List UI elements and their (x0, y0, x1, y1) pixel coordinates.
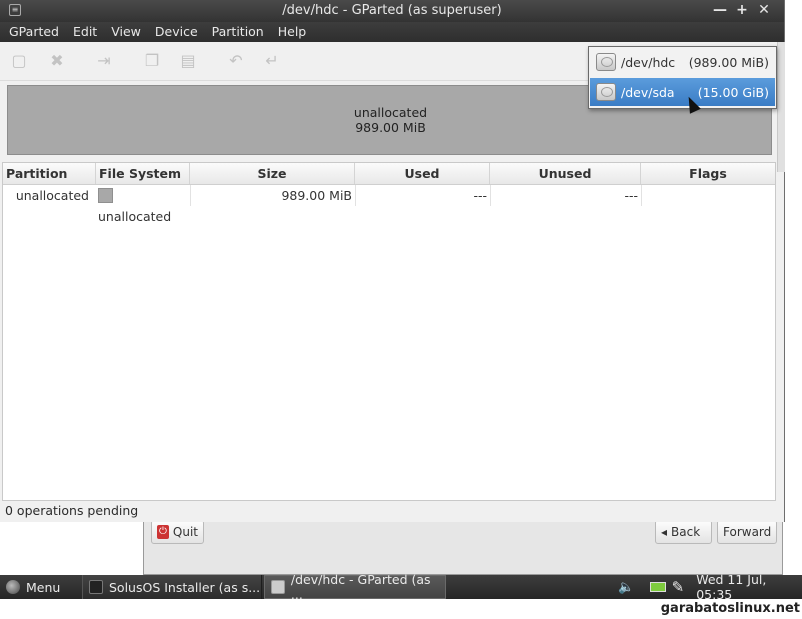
installer-icon (89, 580, 103, 594)
cell-unused: --- (490, 185, 641, 206)
power-icon: ⏻ (157, 525, 169, 539)
paste-icon[interactable]: ▤ (179, 52, 197, 70)
menu-help[interactable]: Help (271, 22, 314, 42)
device-item-hdc[interactable]: /dev/hdc (989.00 MiB) (590, 48, 775, 76)
forward-label: Forward (723, 525, 772, 539)
gparted-icon (271, 580, 285, 594)
column-header-used[interactable]: Used (355, 163, 490, 184)
copy-icon[interactable]: ❐ (143, 52, 161, 70)
device-item-sda[interactable]: /dev/sda (15.00 GiB) (590, 78, 775, 106)
back-label: Back (671, 525, 701, 539)
forward-button[interactable]: Forward (717, 520, 777, 544)
start-menu-label: Menu (26, 579, 61, 595)
device-size: (15.00 GiB) (697, 84, 769, 100)
taskbar-item-label: /dev/hdc - GParted (as ... (290, 572, 431, 602)
taskbar-item-installer[interactable]: SolusOS Installer (as s... (82, 575, 262, 599)
scrollbar[interactable] (777, 42, 785, 172)
quit-button[interactable]: ⏻ Quit (151, 520, 204, 544)
system-tray: 🔈 ✎ Wed 11 Jul, 05:35 (618, 572, 802, 602)
solus-logo-icon (6, 580, 20, 594)
clock[interactable]: Wed 11 Jul, 05:35 (696, 572, 802, 602)
new-partition-icon[interactable]: ▢ (10, 52, 28, 70)
minimize-button[interactable]: — (712, 2, 728, 18)
cell-used: --- (355, 185, 490, 206)
volume-icon[interactable]: 🔈 (618, 580, 634, 595)
cell-partition: unallocated (15, 188, 89, 203)
menu-partition[interactable]: Partition (205, 22, 271, 42)
table-header: Partition File System Size Used Unused F… (3, 163, 775, 185)
start-menu-button[interactable]: Menu (0, 575, 75, 599)
undo-icon[interactable]: ↶ (227, 52, 245, 70)
device-size: (989.00 MiB) (688, 54, 769, 70)
menu-gparted[interactable]: GParted (0, 22, 66, 42)
column-header-filesystem[interactable]: File System (96, 163, 190, 184)
status-bar: 0 operations pending (2, 501, 776, 521)
watermark: garabatoslinux.net (660, 601, 800, 616)
column-header-size[interactable]: Size (190, 163, 355, 184)
maximize-button[interactable]: + (734, 2, 750, 18)
column-header-flags[interactable]: Flags (641, 163, 775, 184)
delete-icon[interactable]: ✖ (48, 52, 66, 70)
quit-label: Quit (172, 525, 198, 539)
back-button[interactable]: ◂ Back (655, 520, 712, 544)
title-bar[interactable]: ≡ /dev/hdc - GParted (as superuser) — + … (0, 0, 784, 22)
menu-device[interactable]: Device (148, 22, 205, 42)
close-button[interactable]: ✕ (756, 2, 772, 18)
cell-filesystem-label: unallocated (98, 209, 172, 224)
hard-disk-icon (596, 53, 616, 71)
column-header-partition[interactable]: Partition (3, 163, 96, 184)
cell-filesystem: unallocated (96, 185, 190, 224)
device-name: /dev/hdc (621, 54, 676, 70)
cell-flags (641, 185, 775, 206)
cell-size: 989.00 MiB (190, 185, 355, 206)
taskbar-item-gparted[interactable]: /dev/hdc - GParted (as ... (264, 572, 446, 602)
partition-table: Partition File System Size Used Unused F… (2, 162, 776, 501)
battery-icon[interactable] (650, 582, 666, 592)
column-header-unused[interactable]: Unused (490, 163, 641, 184)
disk-map-label: unallocated 989.00 MiB (8, 105, 773, 135)
disk-map-size-label: 989.00 MiB (355, 120, 426, 135)
resize-move-icon[interactable]: ⇥ (95, 52, 113, 70)
network-icon[interactable]: ✎ (672, 578, 685, 596)
menu-edit[interactable]: Edit (66, 22, 104, 42)
menu-view[interactable]: View (104, 22, 148, 42)
window-title: /dev/hdc - GParted (as superuser) (282, 3, 502, 18)
filesystem-color-swatch (98, 188, 113, 203)
apply-icon[interactable]: ↵ (263, 52, 281, 70)
hard-disk-icon (596, 83, 616, 101)
taskbar: Menu SolusOS Installer (as s... /dev/hdc… (0, 572, 802, 602)
taskbar-item-label: SolusOS Installer (as s... (109, 579, 261, 595)
menu-bar: GParted Edit View Device Partition Help (0, 22, 784, 42)
back-arrow-icon: ◂ (661, 525, 668, 539)
